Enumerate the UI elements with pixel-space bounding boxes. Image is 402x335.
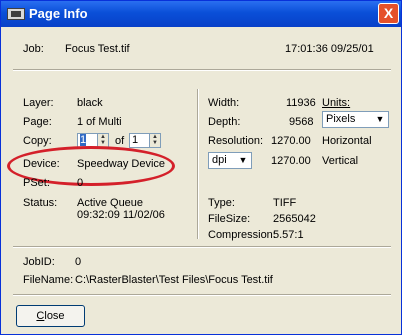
type-value: TIFF — [273, 197, 297, 209]
resolution-label: Resolution: — [208, 135, 264, 147]
depth-value: 9568 — [289, 116, 314, 128]
resolution-unit-dropdown[interactable]: dpi ▼ — [208, 152, 252, 169]
width-label: Width: — [208, 97, 240, 109]
compression-label: Compression: — [208, 229, 276, 241]
status-value-line1: Active Queue — [77, 197, 144, 209]
dropdown-arrow-icon[interactable]: ▼ — [236, 154, 250, 167]
layer-value: black — [77, 97, 103, 109]
page-info-dialog: Page Info X Job: Focus Test.tif 17:01:36… — [0, 0, 402, 335]
window-title: Page Info — [29, 6, 88, 21]
pset-value: 0 — [77, 177, 84, 189]
status-value-line2: 09:32:09 11/02/06 — [77, 209, 165, 221]
depth-label: Depth: — [208, 116, 241, 128]
units-dropdown[interactable]: Pixels ▼ — [322, 111, 389, 128]
job-value: Focus Test.tif — [65, 43, 130, 55]
width-value: 11936 — [286, 97, 316, 109]
title-bar[interactable]: Page Info X — [1, 1, 401, 27]
close-window-button[interactable]: X — [378, 3, 399, 24]
copy-spinner-value[interactable]: 1 — [80, 134, 87, 146]
separator-button — [13, 294, 391, 296]
copy-total-spinner[interactable]: 1 ▲ ▼ — [129, 133, 161, 148]
jobid-label: JobID: — [23, 256, 55, 268]
copy-label: Copy: — [23, 135, 52, 147]
job-timestamp: 17:01:36 09/25/01 — [285, 43, 374, 55]
spinner-arrows-icon[interactable]: ▲ ▼ — [149, 134, 160, 147]
filename-value: C:\RasterBlaster\Test Files\Focus Test.t… — [75, 274, 273, 286]
resolution-vertical-label: Vertical — [322, 155, 359, 167]
pset-label: PSet: — [23, 177, 50, 189]
copy-total-value[interactable]: 1 — [132, 134, 138, 146]
separator-bottom — [13, 246, 391, 248]
close-button[interactable]: Close — [16, 305, 85, 327]
job-label: Job: — [23, 43, 44, 55]
layer-label: Layer: — [23, 97, 54, 109]
close-button-label: lose — [44, 310, 65, 322]
filename-label: FileName: — [23, 274, 74, 286]
status-label: Status: — [23, 197, 58, 209]
separator-top — [13, 69, 391, 71]
jobid-value: 0 — [75, 256, 82, 268]
units-label: Units: — [322, 97, 351, 109]
resolution-unit-value[interactable]: dpi — [212, 154, 227, 166]
column-separator — [197, 89, 199, 239]
copy-of-label: of — [115, 135, 125, 147]
app-icon — [7, 8, 25, 20]
compression-value: 5.57:1 — [273, 229, 304, 241]
page-label: Page: — [23, 116, 52, 128]
filesize-label: FileSize: — [208, 213, 251, 225]
resolution-vertical-value: 1270.00 — [271, 155, 311, 167]
filesize-value: 2565042 — [273, 213, 316, 225]
spinner-arrows-icon[interactable]: ▲ ▼ — [97, 134, 108, 147]
resolution-horizontal-value: 1270.00 — [271, 135, 311, 147]
resolution-horizontal-label: Horizontal — [322, 135, 372, 147]
units-dropdown-value[interactable]: Pixels — [326, 113, 355, 125]
page-value: 1 of Multi — [77, 116, 122, 128]
dropdown-arrow-icon[interactable]: ▼ — [373, 113, 387, 126]
type-label: Type: — [208, 197, 235, 209]
